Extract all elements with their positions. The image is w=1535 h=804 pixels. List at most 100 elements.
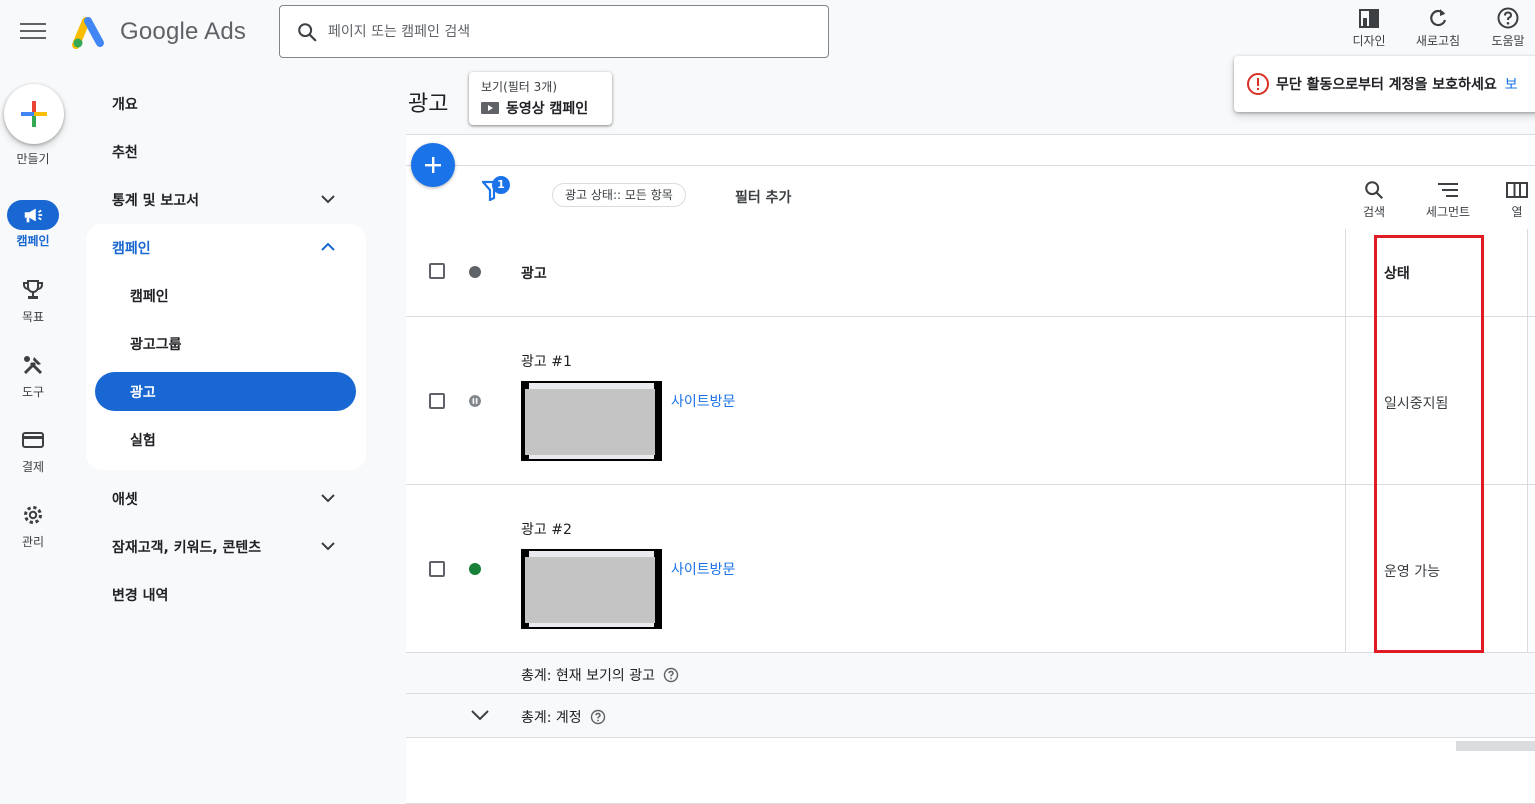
nav-item-overview[interactable]: 개요 [86,80,366,128]
totals-row: 총계: 현재 보기의 광고 [406,653,1535,694]
divider [406,165,1535,166]
horizontal-scrollbar[interactable] [1456,741,1535,751]
billing-icon [22,432,44,448]
row-checkbox[interactable] [429,393,445,409]
segment-icon [1438,183,1458,197]
segment-label: 세그먼트 [1425,205,1471,219]
ad-link[interactable]: 사이트방문 [671,391,735,411]
search-box[interactable] [279,5,829,58]
refresh-label: 새로고침 [1415,34,1461,48]
chevron-down-icon [321,494,335,503]
ad-link[interactable]: 사이트방문 [671,559,735,579]
table-header-row: 광고 상태 [406,229,1535,317]
create-label: 만들기 [16,152,50,166]
table-search-label: 검색 [1362,205,1386,219]
video-icon [481,102,499,114]
help-icon[interactable] [590,709,606,725]
plus-icon [21,101,47,127]
rail-label-goals: 목표 [21,310,45,324]
rail-label-admin: 관리 [21,535,45,549]
table-search-button[interactable]: 검색 [1344,177,1404,220]
view-filter-count: 보기(필터 3개) [481,80,558,94]
appearance-button[interactable]: 디자인 [1339,4,1399,49]
column-header-ad[interactable]: 광고 [521,263,547,283]
view-selector[interactable]: 보기(필터 3개) 동영상 캠페인 [469,72,612,125]
chevron-up-icon [321,242,335,251]
help-label: 도움말 [1491,34,1525,48]
refresh-button[interactable]: 새로고침 [1408,4,1468,49]
nav-label-reports: 통계 및 보고서 [112,193,200,209]
help-icon [1497,7,1519,29]
rail-item-tools[interactable]: 도구 [0,349,66,400]
nav-sub-experiments[interactable]: 실험 [86,416,366,464]
logo-text: Google Ads [120,18,247,45]
ad-name: 광고 #2 [521,522,572,538]
notice-link[interactable]: 보 [1505,74,1518,94]
eligible-status-dot [469,563,481,575]
create-button[interactable] [4,84,64,144]
nav-item-recommendations[interactable]: 추천 [86,128,366,176]
ad-thumbnail[interactable] [521,549,662,629]
rail-item-goals[interactable]: 목표 [0,274,66,325]
ad-status: 일시중지됨 [1384,396,1449,412]
nav-panel: 개요 추천 통계 및 보고서 캠페인 캠페인 광고그룹 광고 실험 애셋 잠재고… [86,80,366,619]
top-bar: Google Ads 디자인 새로고침 도움말 [0,0,1535,64]
filter-count-badge: 1 [492,176,510,194]
columns-label: 열 [1511,205,1523,219]
search-icon [298,22,317,41]
help-icon[interactable] [663,667,679,683]
table-row: 광고 #2 사이트방문 운영 가능 [406,485,1535,653]
nav-label-audiences: 잠재고객, 키워드, 콘텐츠 [112,540,262,556]
total-account-label: 총계: 계정 [521,710,582,726]
ad-status: 운영 가능 [1384,564,1440,580]
nav-item-assets[interactable]: 애셋 [86,475,366,523]
appearance-label: 디자인 [1352,34,1386,48]
rail-item-billing[interactable]: 결제 [0,424,66,475]
campaign-icon [24,208,43,223]
ads-logo-icon [72,17,104,49]
segment-button[interactable]: 세그먼트 [1418,177,1478,220]
nav-item-change-history[interactable]: 변경 내역 [86,571,366,619]
nav-item-campaigns-group[interactable]: 캠페인 [86,224,366,272]
rail-label-billing: 결제 [21,460,45,474]
chevron-down-icon[interactable] [470,708,490,722]
nav-item-reports[interactable]: 통계 및 보고서 [86,176,366,224]
security-notice[interactable]: 무단 활동으로부터 계정을 보호하세요 보 [1234,56,1535,112]
nav-sub-ads[interactable]: 광고 [95,372,356,411]
gear-icon [24,506,42,524]
row-checkbox[interactable] [429,561,445,577]
columns-icon [1506,182,1528,198]
ad-name: 광고 #1 [521,354,572,370]
main-area: 광고 보기(필터 3개) 동영상 캠페인 무단 활동으로부터 계정을 보호하세요… [406,56,1535,804]
search-input[interactable] [328,23,798,40]
tools-icon [23,356,43,375]
chevron-down-icon [321,195,335,204]
filter-chip-status[interactable]: 광고 상태:: 모든 항목 [552,183,686,207]
table-row: 광고 #1 사이트방문 일시중지됨 [406,317,1535,485]
nav-sub-campaigns[interactable]: 캠페인 [86,272,366,320]
rail-label-tools: 도구 [21,385,45,399]
ads-table-panel: 1 광고 상태:: 모든 항목 필터 추가 검색 세그먼트 열 광고 상태 광고… [406,134,1535,804]
menu-icon[interactable] [20,20,46,44]
help-button[interactable]: 도움말 [1478,4,1535,49]
paused-icon [469,395,481,407]
chevron-down-icon [321,542,335,551]
trophy-icon [23,280,43,299]
columns-button[interactable]: 열 [1487,177,1535,220]
add-ad-button[interactable] [411,143,455,187]
rail-item-admin[interactable]: 관리 [0,499,66,550]
ad-thumbnail[interactable] [521,381,662,461]
left-rail: 만들기 캠페인 목표 도구 결제 관리 [0,64,66,804]
rail-label-campaigns: 캠페인 [16,234,50,248]
status-header-dot [469,266,481,278]
rail-item-campaigns[interactable]: 캠페인 [0,200,66,249]
column-header-status[interactable]: 상태 [1384,263,1410,283]
nav-sub-adgroups[interactable]: 광고그룹 [86,320,366,368]
view-label: 동영상 캠페인 [506,101,589,117]
search-icon [1365,181,1384,200]
select-all-checkbox[interactable] [429,263,445,279]
page-title: 광고 [408,92,449,117]
google-ads-logo[interactable]: Google Ads [72,14,246,50]
add-filter-button[interactable]: 필터 추가 [735,187,791,207]
nav-item-audiences[interactable]: 잠재고객, 키워드, 콘텐츠 [86,523,366,571]
